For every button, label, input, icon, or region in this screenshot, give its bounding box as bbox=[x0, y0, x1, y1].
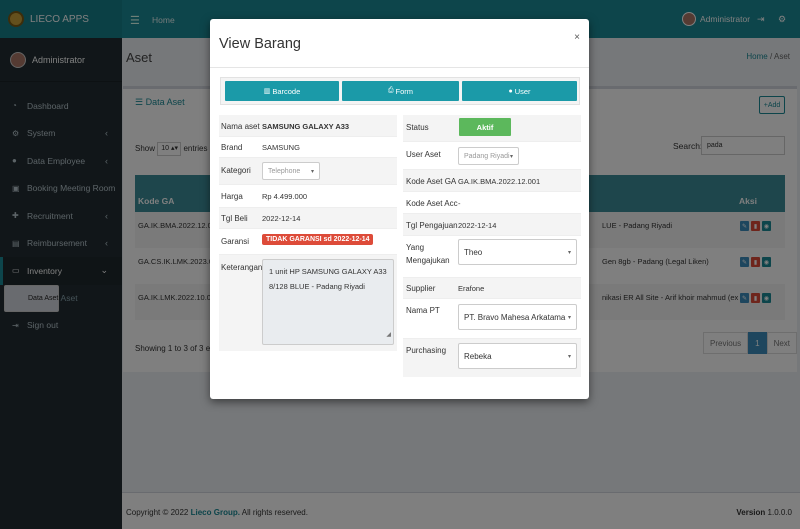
row-kode-aset-acc: Kode Aset Acc - bbox=[403, 192, 581, 214]
row-tgl-beli: Tgl Beli 2022-12-14 bbox=[219, 208, 397, 229]
status-badge: Aktif bbox=[459, 118, 511, 136]
row-kode-aset-ga: Kode Aset GA GA.IK.BMA.2022.12.001 bbox=[403, 170, 581, 192]
resize-grip-icon[interactable]: ◢ bbox=[386, 328, 391, 343]
kategori-select[interactable]: Telephone ▾ bbox=[262, 162, 320, 180]
user-aset-select[interactable]: Padang Riyadi ▾ bbox=[458, 147, 519, 165]
barcode-button[interactable]: ▥ Barcode bbox=[225, 81, 339, 101]
garansi-badge: TIDAK GARANSI sd 2022-12-14 bbox=[262, 234, 374, 245]
row-yang-mengajukan: Yang Mengajukan Theo ▾ bbox=[403, 236, 581, 278]
modal-divider bbox=[210, 67, 589, 68]
purchasing-select[interactable]: Rebeka ▾ bbox=[458, 343, 577, 369]
row-nama-pt: Nama PT PT. Bravo Mahesa Arkatama ▾ bbox=[403, 299, 581, 339]
row-status: Status Aktif bbox=[403, 115, 581, 142]
chevron-down-icon: ▾ bbox=[567, 353, 571, 360]
asset-info-right: Status Aktif User Aset Padang Riyadi ▾ Ko… bbox=[403, 115, 581, 377]
row-keterangan: Keterangan 1 unit HP SAMSUNG GALAXY A33 … bbox=[219, 255, 397, 351]
row-kategori: Kategori Telephone ▾ bbox=[219, 158, 397, 185]
user-button[interactable]: ● User bbox=[462, 81, 577, 101]
chevron-down-icon: ▾ bbox=[509, 153, 513, 160]
modal-toolbar: ▥ Barcode ⎙ Form ● User bbox=[220, 77, 580, 105]
kode-aset-acc-value: - bbox=[458, 199, 461, 208]
row-nama-aset: Nama aset SAMSUNG GALAXY A33 bbox=[219, 115, 397, 137]
asset-info-left: Nama aset SAMSUNG GALAXY A33 Brand SAMSU… bbox=[219, 115, 397, 351]
chevron-down-icon: ▾ bbox=[567, 249, 571, 256]
nama-aset-value: SAMSUNG GALAXY A33 bbox=[262, 122, 350, 131]
row-tgl-pengajuan: Tgl Pengajuan 2022-12-14 bbox=[403, 214, 581, 236]
close-icon[interactable]: × bbox=[574, 32, 580, 43]
row-purchasing: Purchasing Rebeka ▾ bbox=[403, 339, 581, 377]
view-barang-modal: View Barang × ▥ Barcode ⎙ Form ● User Nama … bbox=[210, 19, 589, 399]
row-garansi: Garansi TIDAK GARANSI sd 2022-12-14 bbox=[219, 229, 397, 255]
row-harga: Harga Rp 4.499.000 bbox=[219, 185, 397, 208]
harga-value: Rp 4.499.000 bbox=[262, 192, 308, 201]
chevron-down-icon: ▾ bbox=[567, 314, 571, 321]
row-supplier: Supplier Erafone bbox=[403, 278, 581, 299]
kode-aset-ga-value: GA.IK.BMA.2022.12.001 bbox=[458, 177, 541, 186]
modal-title: View Barang bbox=[219, 36, 301, 52]
row-brand: Brand SAMSUNG bbox=[219, 137, 397, 158]
tgl-pengajuan-value: 2022-12-14 bbox=[458, 221, 497, 230]
users-icon: ● bbox=[508, 87, 513, 95]
keterangan-textarea[interactable]: 1 unit HP SAMSUNG GALAXY A33 8/128 BLUE … bbox=[262, 259, 394, 345]
chevron-down-icon: ▾ bbox=[310, 168, 314, 175]
tgl-beli-value: 2022-12-14 bbox=[262, 214, 301, 223]
brand-value: SAMSUNG bbox=[262, 143, 300, 152]
row-user-aset: User Aset Padang Riyadi ▾ bbox=[403, 142, 581, 170]
nama-pt-select[interactable]: PT. Bravo Mahesa Arkatama ▾ bbox=[458, 304, 577, 330]
form-button[interactable]: ⎙ Form bbox=[342, 81, 459, 101]
barcode-icon: ▥ bbox=[263, 88, 271, 95]
yang-mengajukan-select[interactable]: Theo ▾ bbox=[458, 239, 577, 265]
print-icon: ⎙ bbox=[387, 87, 394, 94]
supplier-value: Erafone bbox=[458, 284, 485, 293]
